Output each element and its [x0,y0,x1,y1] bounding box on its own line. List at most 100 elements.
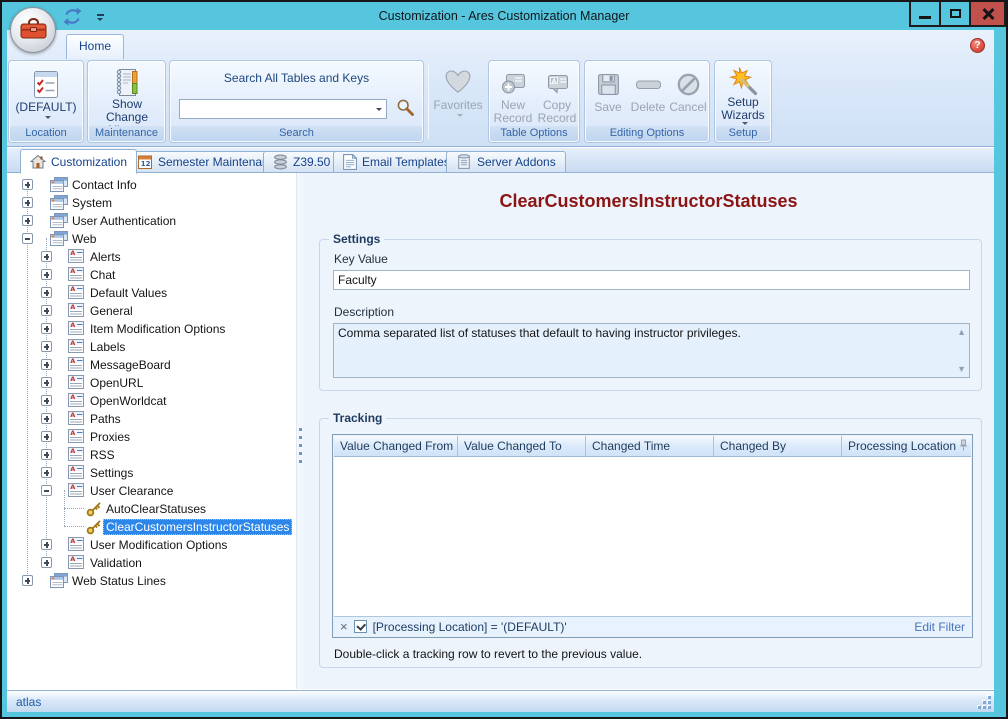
filter-enabled-checkbox[interactable] [354,620,367,633]
tree-item-messageboard[interactable]: AMessageBoard [7,355,296,373]
expand-button[interactable] [41,431,52,442]
tree-item-contact-info[interactable]: Contact Info [7,175,296,193]
application-menu-button[interactable] [10,7,56,53]
email-icon [343,154,357,170]
column-header-changed-time[interactable]: Changed Time [586,436,714,456]
delete-icon [635,67,662,101]
tree-item-labels[interactable]: ALabels [7,337,296,355]
tree-item-item-modification-options[interactable]: AItem Modification Options [7,319,296,337]
favorites-button[interactable]: Favorites [432,62,484,128]
combo-dropdown-button[interactable] [371,100,386,118]
setup-wizards-button[interactable]: Setup Wizards [717,64,769,125]
expand-button[interactable] [41,359,52,370]
tree-item-label: User Clearance [87,483,176,499]
search-button[interactable] [394,98,416,120]
column-header-value-changed-from[interactable]: Value Changed From [334,436,458,456]
tree-item-proxies[interactable]: AProxies [7,427,296,445]
expand-button[interactable] [41,341,52,352]
default-location-button[interactable]: (DEFAULT) [12,64,80,125]
column-header-processing-location[interactable]: Processing Location [842,436,971,456]
tree-item-user-modification-options[interactable]: AUser Modification Options [7,535,296,553]
tree-item-alerts[interactable]: AAlerts [7,247,296,265]
show-change-history-button[interactable]: Show Change History [91,64,163,125]
expand-button[interactable] [22,179,33,190]
tree-item-label: Chat [87,267,118,283]
expand-button[interactable] [22,197,33,208]
expand-button[interactable] [41,539,52,550]
tree-item-validation[interactable]: AValidation [7,553,296,571]
tree-item-label: General [87,303,136,319]
setup-wizards-label: Setup Wizards [717,96,769,122]
dropdown-arrow-icon [457,114,463,120]
tree-item-system[interactable]: System [7,193,296,211]
expand-button[interactable] [41,269,52,280]
expand-button[interactable] [41,413,52,424]
expand-button[interactable] [22,575,33,586]
collapse-button[interactable] [22,233,33,244]
expand-button[interactable] [41,305,52,316]
expand-button[interactable] [41,287,52,298]
tree-item-openurl[interactable]: AOpenURL [7,373,296,391]
tree-item-rss[interactable]: ARSS [7,445,296,463]
expand-button[interactable] [41,467,52,478]
key-value-input[interactable] [333,270,970,290]
delete-button[interactable]: Delete [628,64,668,125]
wizard-wand-icon [729,67,758,96]
scroll-up-icon[interactable]: ▲ [957,327,966,337]
cancel-icon [676,67,701,101]
minimize-button[interactable] [909,2,941,27]
edit-filter-link[interactable]: Edit Filter [914,620,965,634]
tree-item-web-status-lines[interactable]: Web Status Lines [7,571,296,589]
ribbon-tab-home[interactable]: Home [66,34,124,59]
expand-button[interactable] [41,395,52,406]
clear-filter-icon[interactable]: × [340,621,348,633]
expand-button[interactable] [41,323,52,334]
tree-item-paths[interactable]: APaths [7,409,296,427]
copy-record-button[interactable]: A Copy Record [535,64,579,125]
tab-z39-50[interactable]: Z39.50 [263,151,340,173]
close-button[interactable] [969,2,1006,27]
search-combobox[interactable] [179,99,387,119]
expand-button[interactable] [41,449,52,460]
ribbon-group-location: (DEFAULT) Location [8,60,84,143]
maximize-button[interactable] [939,2,971,27]
tree-item-default-values[interactable]: ADefault Values [7,283,296,301]
splitter[interactable] [296,173,303,689]
tree-item-chat[interactable]: AChat [7,265,296,283]
cancel-button[interactable]: Cancel [668,64,708,125]
tree-item-user-clearance[interactable]: AUser Clearance [7,481,296,499]
save-button[interactable]: Save [589,64,627,125]
change-history-icon [112,67,142,98]
expand-button[interactable] [41,377,52,388]
column-header-changed-by[interactable]: Changed By [714,436,842,456]
new-record-button[interactable]: New Record [491,64,535,125]
description-field[interactable]: Comma separated list of statuses that de… [333,323,970,378]
tab-email-templates[interactable]: Email Templates [333,151,460,173]
help-icon[interactable]: ? [970,38,985,53]
key-value-label: Key Value [334,252,388,266]
column-header-value-changed-to[interactable]: Value Changed To [458,436,586,456]
quick-access-dropdown-icon[interactable] [95,12,107,24]
tree-item-web[interactable]: Web [7,229,296,247]
search-input[interactable] [180,101,371,117]
tree-item-settings[interactable]: ASettings [7,463,296,481]
expand-button[interactable] [41,251,52,262]
expand-button[interactable] [41,557,52,568]
tracking-grid-header: Value Changed FromValue Changed ToChange… [334,436,971,457]
column-header-label: Processing Location [848,439,956,453]
tree-item-user-authentication[interactable]: User Authentication [7,211,296,229]
sync-icon[interactable] [62,7,83,29]
tab-server-addons[interactable]: Server Addons [446,151,566,173]
title-bar[interactable]: Customization - Ares Customization Manag… [2,2,1006,30]
tree-item-clearcustomersinstructorstatuses[interactable]: ClearCustomersInstructorStatuses [7,517,296,535]
scroll-down-icon[interactable]: ▼ [957,364,966,374]
collapse-button[interactable] [41,485,52,496]
pin-icon[interactable] [959,439,968,455]
expand-button[interactable] [22,215,33,226]
tree-item-openworldcat[interactable]: AOpenWorldcat [7,391,296,409]
resize-grip-icon[interactable] [978,696,991,709]
search-caption: Search All Tables and Keys [170,71,423,85]
tab-customization[interactable]: Customization [20,149,137,174]
tree-item-general[interactable]: AGeneral [7,301,296,319]
tree-item-autoclearstatuses[interactable]: AutoClearStatuses [7,499,296,517]
